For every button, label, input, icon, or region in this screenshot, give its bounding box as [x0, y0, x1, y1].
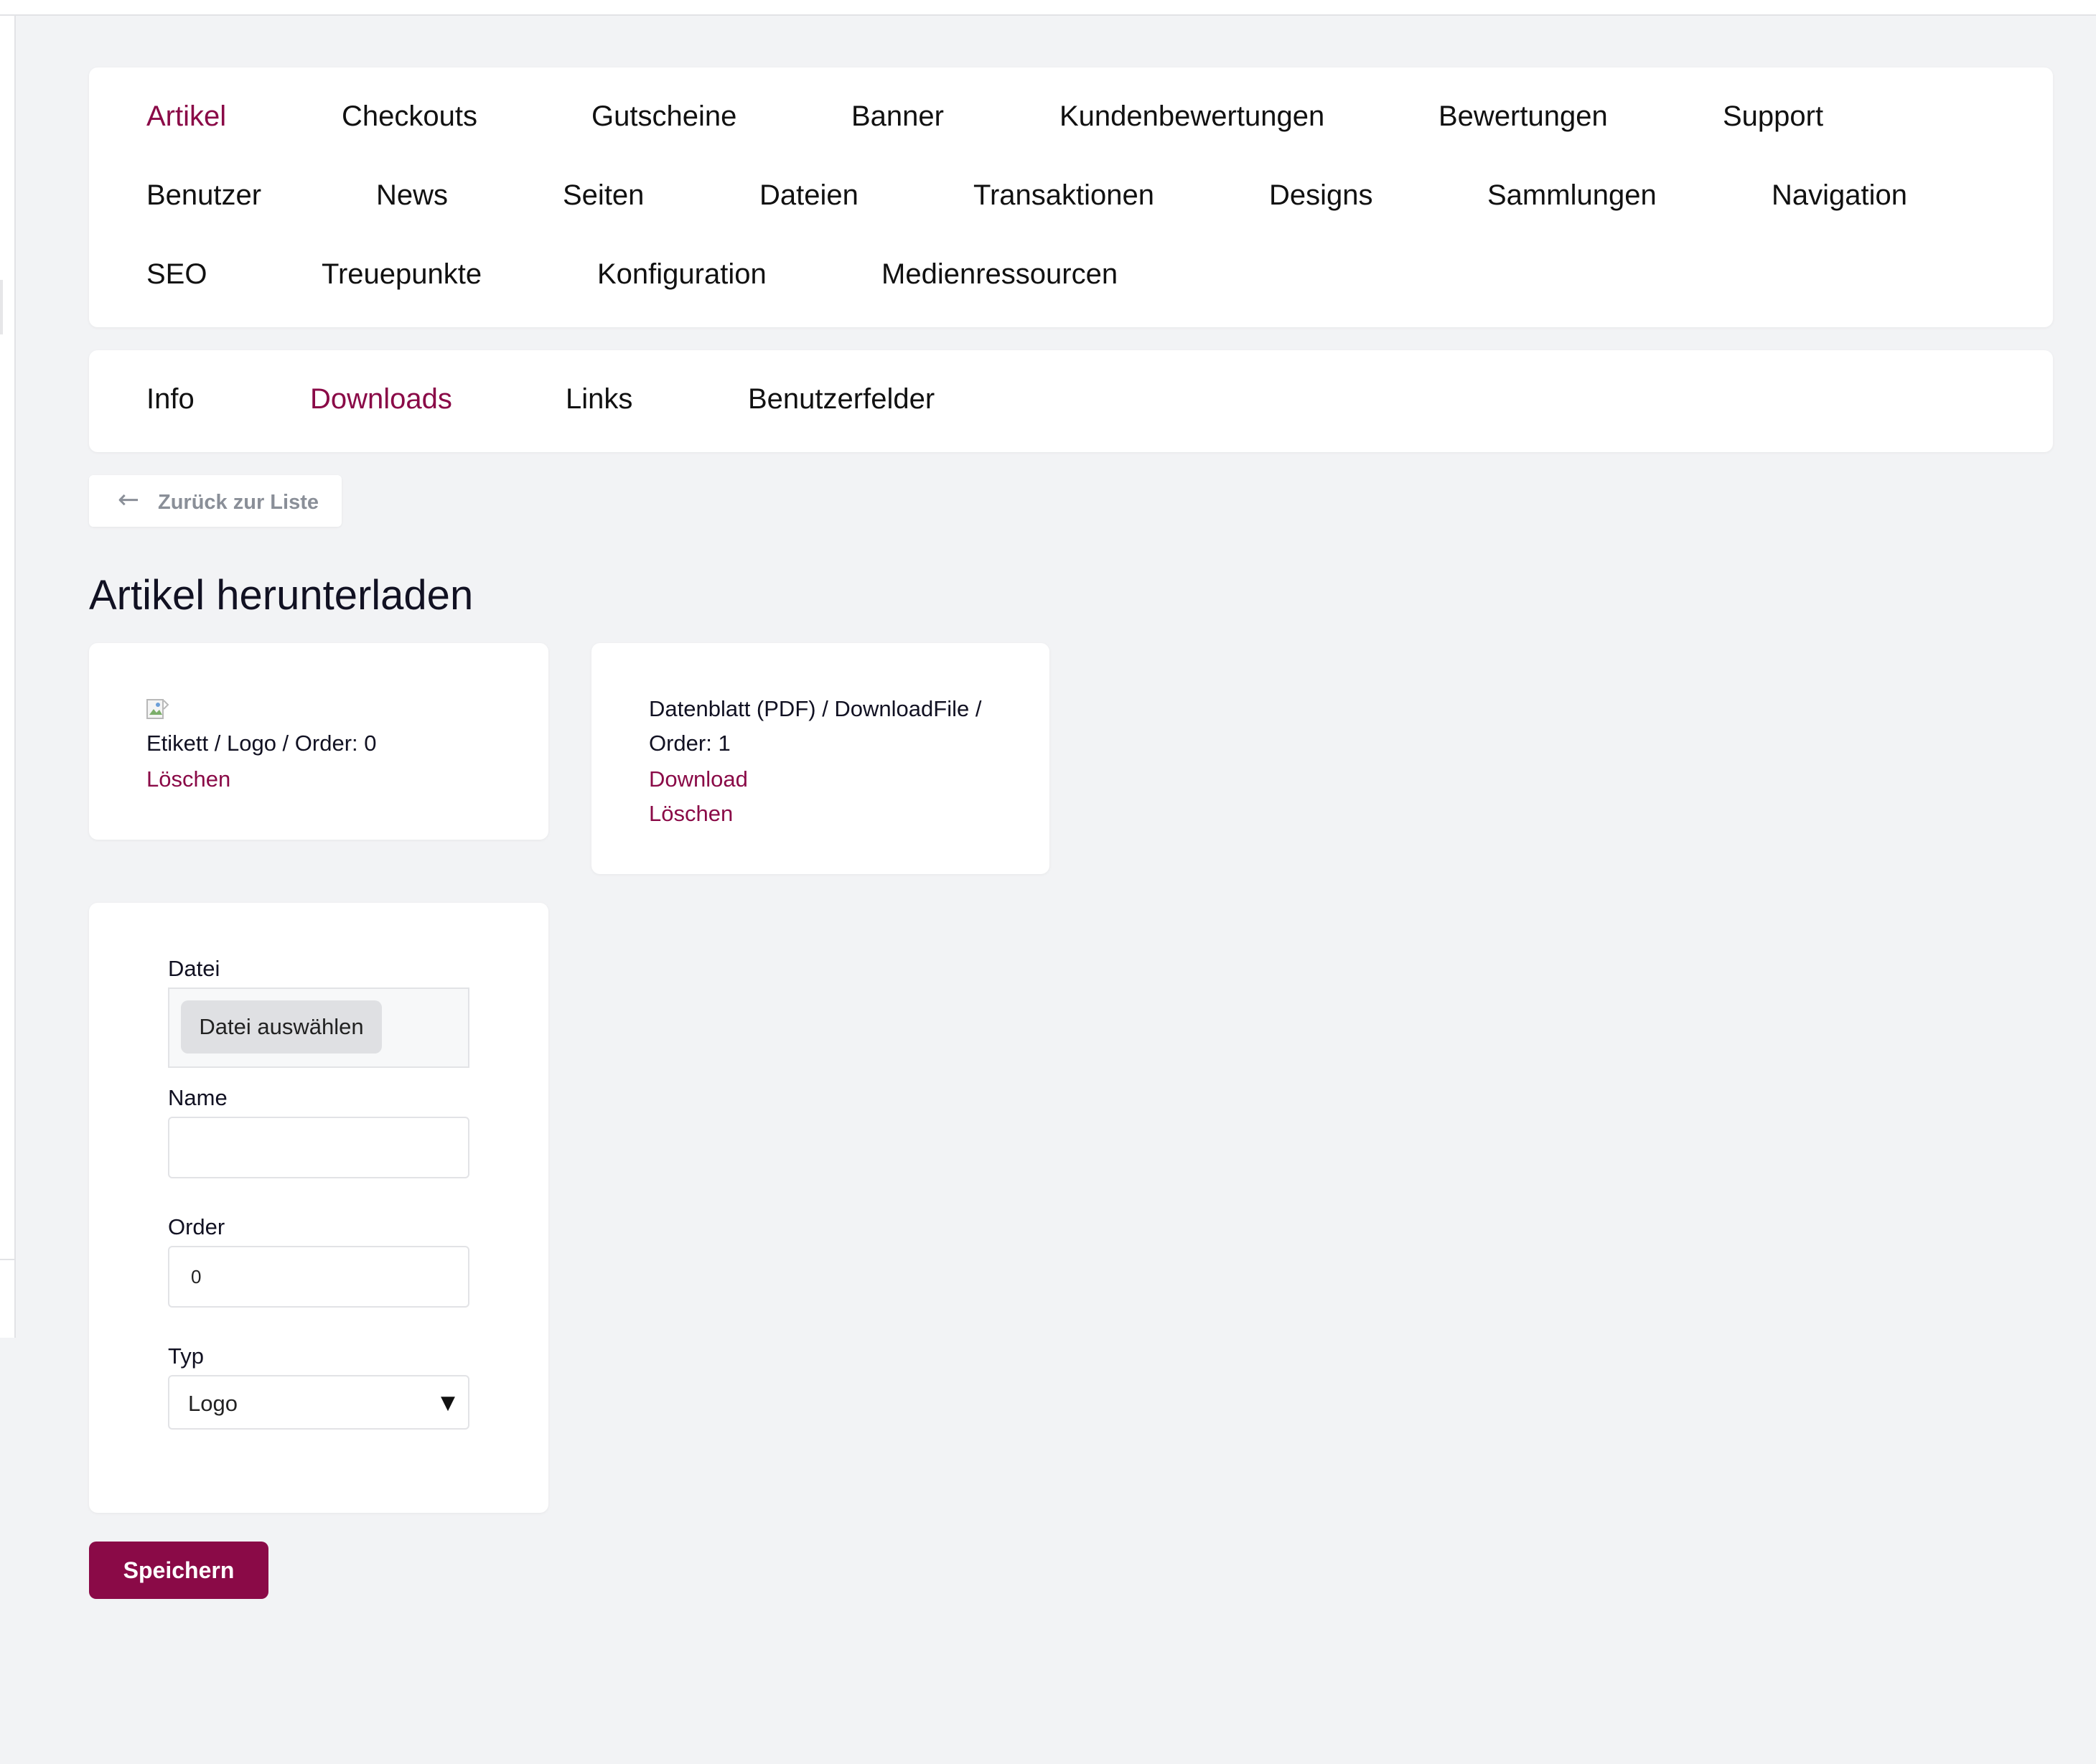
nav-item-benutzer[interactable]: Benutzer — [146, 179, 261, 212]
nav-item-dateien[interactable]: Dateien — [759, 179, 858, 212]
nav-item-gutscheine[interactable]: Gutscheine — [591, 100, 736, 133]
download-info-line2: Order: 1 — [649, 731, 731, 756]
delete-link[interactable]: Löschen — [146, 766, 230, 792]
nav-item-navigation[interactable]: Navigation — [1772, 179, 1907, 212]
nav-item-news[interactable]: News — [376, 179, 448, 212]
nav-item-konfiguration[interactable]: Konfiguration — [597, 258, 767, 291]
nav-item-seiten[interactable]: Seiten — [563, 179, 644, 212]
order-input[interactable]: 0 — [168, 1246, 469, 1308]
top-bar — [0, 0, 2096, 16]
left-sidebar-edge — [0, 16, 16, 1338]
nav-item-treuepunkte[interactable]: Treuepunkte — [322, 258, 482, 291]
save-button[interactable]: Speichern — [89, 1542, 268, 1599]
name-label: Name — [168, 1085, 228, 1110]
file-input[interactable]: Datei auswählen — [168, 987, 469, 1068]
main-navigation: Artikel Checkouts Gutscheine Banner Kund… — [89, 67, 2053, 327]
download-card: Etikett / Logo / Order: 0 Löschen — [89, 643, 548, 840]
type-label: Typ — [168, 1343, 204, 1369]
page-title: Artikel herunterladen — [89, 572, 474, 619]
sidebar-divider — [0, 1259, 16, 1260]
delete-link[interactable]: Löschen — [649, 801, 733, 827]
tab-links[interactable]: Links — [566, 383, 632, 416]
nav-item-sammlungen[interactable]: Sammlungen — [1487, 179, 1657, 212]
nav-item-banner[interactable]: Banner — [851, 100, 944, 133]
download-link[interactable]: Download — [649, 766, 748, 792]
type-select-value: Logo — [188, 1391, 238, 1416]
nav-item-kundenbewertungen[interactable]: Kundenbewertungen — [1059, 100, 1324, 133]
tab-downloads[interactable]: Downloads — [310, 383, 452, 416]
nav-item-artikel[interactable]: Artikel — [146, 100, 226, 133]
broken-image-icon — [146, 699, 169, 719]
download-info-line1: Datenblatt (PDF) / DownloadFile / — [649, 696, 982, 721]
order-label: Order — [168, 1214, 225, 1239]
nav-item-seo[interactable]: SEO — [146, 258, 207, 291]
download-info: Etikett / Logo / Order: 0 — [146, 731, 377, 756]
nav-item-designs[interactable]: Designs — [1269, 179, 1373, 212]
sidebar-marker — [0, 280, 3, 334]
nav-item-support[interactable]: Support — [1723, 100, 1823, 133]
file-label: Datei — [168, 956, 220, 981]
sub-navigation: Info Downloads Links Benutzerfelder — [89, 350, 2053, 452]
nav-item-transaktionen[interactable]: Transaktionen — [973, 179, 1154, 212]
caret-down-icon: ▼ — [441, 1392, 455, 1414]
upload-form: Datei Datei auswählen Name Order 0 Typ L… — [89, 903, 548, 1513]
choose-file-button[interactable]: Datei auswählen — [181, 1000, 382, 1054]
tab-benutzerfelder[interactable]: Benutzerfelder — [748, 383, 935, 416]
arrow-left-icon: ← — [118, 485, 140, 515]
back-to-list-button[interactable]: ← Zurück zur Liste — [89, 475, 342, 527]
nav-item-checkouts[interactable]: Checkouts — [342, 100, 477, 133]
nav-item-medienressourcen[interactable]: Medienressourcen — [881, 258, 1118, 291]
nav-item-bewertungen[interactable]: Bewertungen — [1438, 100, 1608, 133]
tab-info[interactable]: Info — [146, 383, 195, 416]
back-button-label: Zurück zur Liste — [158, 491, 319, 514]
name-input[interactable] — [168, 1117, 469, 1178]
download-card: Datenblatt (PDF) / DownloadFile / Order:… — [591, 643, 1049, 874]
type-select[interactable]: Logo ▼ — [168, 1375, 469, 1430]
